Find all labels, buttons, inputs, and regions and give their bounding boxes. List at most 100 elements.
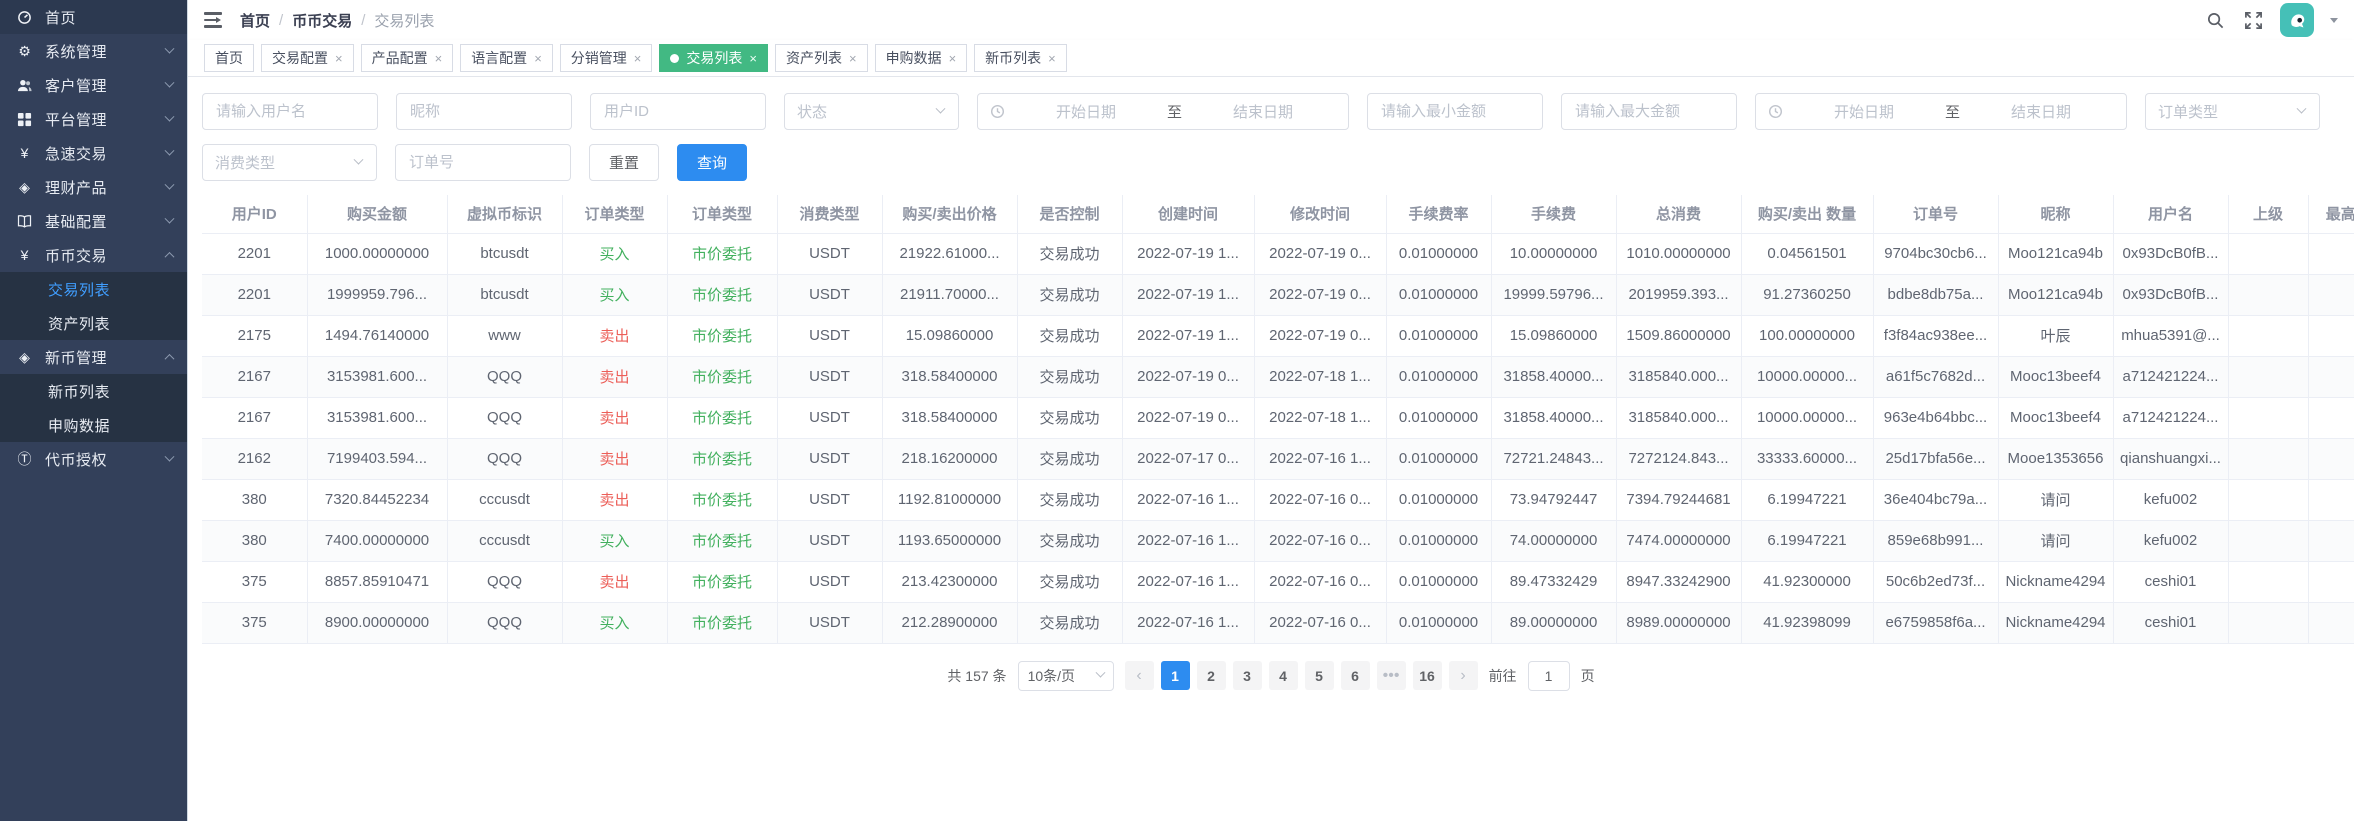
- breadcrumb-home[interactable]: 首页: [240, 10, 270, 31]
- table-cell: 买入: [562, 233, 667, 274]
- update-date-range-picker[interactable]: 开始日期 至 结束日期: [1755, 93, 2127, 130]
- caret-down-icon[interactable]: [2330, 18, 2338, 27]
- tab-close-icon[interactable]: ×: [634, 52, 642, 65]
- consume-type-select[interactable]: 消费类型: [202, 144, 377, 181]
- tab-分销管理[interactable]: 分销管理×: [560, 44, 653, 72]
- sidebar-item-newcoin-list[interactable]: 新币列表: [0, 374, 187, 408]
- sidebar-item-system[interactable]: ⚙系统管理: [0, 34, 187, 68]
- table-cell: 2022-07-19 0...: [1122, 356, 1254, 397]
- tab-资产列表[interactable]: 资产列表×: [775, 44, 868, 72]
- create-date-range-picker[interactable]: 开始日期 至 结束日期: [977, 93, 1349, 130]
- order-type-select[interactable]: 订单类型: [2145, 93, 2320, 130]
- tab-close-icon[interactable]: ×: [949, 52, 957, 65]
- user-id-input[interactable]: [590, 93, 766, 130]
- sidebar-item-asset-list[interactable]: 资产列表: [0, 306, 187, 340]
- table-cell: 卖出: [562, 438, 667, 479]
- sidebar-item-subscribe-data[interactable]: 申购数据: [0, 408, 187, 442]
- fullscreen-icon[interactable]: [2242, 9, 2264, 31]
- table-cell: 8857.85910471: [307, 561, 447, 602]
- table-cell: 2201: [202, 274, 307, 315]
- username-input[interactable]: [202, 93, 378, 130]
- status-select-placeholder: 状态: [797, 101, 827, 122]
- sidebar-item-newcoin[interactable]: ◈新币管理: [0, 340, 187, 374]
- tab-申购数据[interactable]: 申购数据×: [875, 44, 968, 72]
- table-cell: QQQ: [447, 561, 562, 602]
- page-button-16[interactable]: 16: [1413, 661, 1442, 690]
- tab-交易配置[interactable]: 交易配置 ×: [261, 44, 354, 72]
- table-cell: Nickname4294: [1998, 561, 2113, 602]
- table-cell: 89.47332429: [1491, 561, 1616, 602]
- table-cell: 1193.65000000: [882, 520, 1017, 561]
- table-cell: Moo121ca94b: [1998, 274, 2113, 315]
- page-size-select[interactable]: 10条/页: [1018, 661, 1114, 691]
- chevron-down-icon: [165, 213, 175, 223]
- table-row: 3807400.00000000cccusdt买入市价委托USDT1193.65…: [202, 520, 2354, 561]
- table-cell: 380: [202, 520, 307, 561]
- table-cell: 交易成功: [1017, 274, 1122, 315]
- table-cell: 0.01000000: [1386, 602, 1491, 643]
- reset-button[interactable]: 重置: [589, 144, 659, 181]
- table-cell: Mooc13beef4: [1998, 397, 2113, 438]
- sidebar-toggle-icon[interactable]: [204, 12, 224, 28]
- table-cell: USDT: [777, 315, 882, 356]
- tab-label: 交易配置: [272, 48, 328, 68]
- sidebar-item-platform[interactable]: 平台管理: [0, 102, 187, 136]
- tab-close-icon[interactable]: ×: [1048, 52, 1056, 65]
- max-amount-input[interactable]: [1561, 93, 1737, 130]
- page-button-1[interactable]: 1: [1161, 661, 1190, 690]
- tab-交易列表[interactable]: 交易列表×: [659, 44, 768, 72]
- tab-close-icon[interactable]: ×: [849, 52, 857, 65]
- prev-page-button[interactable]: ‹: [1125, 661, 1154, 690]
- table-cell: 2175: [202, 315, 307, 356]
- breadcrumb-coin-trade[interactable]: 币币交易: [292, 10, 352, 31]
- sidebar-item-home[interactable]: 首页: [0, 0, 187, 34]
- table-cell: f3f84ac938ee...: [1873, 315, 1998, 356]
- table-cell: 市价委托: [667, 233, 777, 274]
- tab-产品配置[interactable]: 产品配置×: [361, 44, 454, 72]
- page-button-3[interactable]: 3: [1233, 661, 1262, 690]
- tab-close-icon[interactable]: ×: [335, 52, 343, 65]
- table-cell: mhua5391@...: [2113, 315, 2228, 356]
- more-pages-button[interactable]: •••: [1377, 661, 1406, 690]
- tab-语言配置[interactable]: 语言配置×: [460, 44, 553, 72]
- sidebar-item-token-auth[interactable]: Ⓣ代币授权: [0, 442, 187, 476]
- page-button-2[interactable]: 2: [1197, 661, 1226, 690]
- page-button-4[interactable]: 4: [1269, 661, 1298, 690]
- search-icon[interactable]: [2204, 9, 2226, 31]
- user-avatar[interactable]: [2280, 3, 2314, 37]
- min-amount-input[interactable]: [1367, 93, 1543, 130]
- sidebar-item-customer[interactable]: 客户管理: [0, 68, 187, 102]
- sidebar-item-finance-products[interactable]: ◈理财产品: [0, 170, 187, 204]
- table-cell: 市价委托: [667, 479, 777, 520]
- tab-close-icon[interactable]: ×: [435, 52, 443, 65]
- table-cell: 859e68b991...: [1873, 520, 1998, 561]
- page-button-6[interactable]: 6: [1341, 661, 1370, 690]
- table-cell: 2022-07-18 1...: [1254, 356, 1386, 397]
- content: 状态 开始日期 至 结束日期 开始日期 至 结束日期 订单类型: [188, 77, 2354, 821]
- table-cell: 2022-07-16 1...: [1254, 438, 1386, 479]
- sidebar-item-coin-trade[interactable]: ¥币币交易: [0, 238, 187, 272]
- page-button-5[interactable]: 5: [1305, 661, 1334, 690]
- column-header: 订单号: [1873, 195, 1998, 233]
- table-cell: 10000.00000...: [1741, 356, 1873, 397]
- tab-新币列表[interactable]: 新币列表×: [974, 44, 1067, 72]
- table-cell: a61f5c7682d...: [1873, 356, 1998, 397]
- status-select[interactable]: 状态: [784, 93, 959, 130]
- sidebar-submenu-coin-trade: 交易列表资产列表: [0, 272, 187, 340]
- nickname-input[interactable]: [396, 93, 572, 130]
- sidebar-item-base-config[interactable]: 基础配置: [0, 204, 187, 238]
- next-page-button[interactable]: ›: [1449, 661, 1478, 690]
- order-no-input[interactable]: [395, 144, 571, 181]
- table-cell: 0x93DcB0fB...: [2113, 233, 2228, 274]
- table-cell: 卖出: [562, 561, 667, 602]
- goto-page-input[interactable]: [1528, 661, 1570, 691]
- search-button[interactable]: 查询: [677, 144, 747, 181]
- tab-close-icon[interactable]: ×: [534, 52, 542, 65]
- table-cell: [2228, 479, 2308, 520]
- tab-close-icon[interactable]: ×: [749, 52, 757, 65]
- tab-首页[interactable]: 首页: [204, 44, 254, 72]
- table-row: 3807320.84452234cccusdt卖出市价委托USDT1192.81…: [202, 479, 2354, 520]
- table-cell: 市价委托: [667, 602, 777, 643]
- sidebar-item-trade-list[interactable]: 交易列表: [0, 272, 187, 306]
- sidebar-item-fast-trade[interactable]: ¥急速交易: [0, 136, 187, 170]
